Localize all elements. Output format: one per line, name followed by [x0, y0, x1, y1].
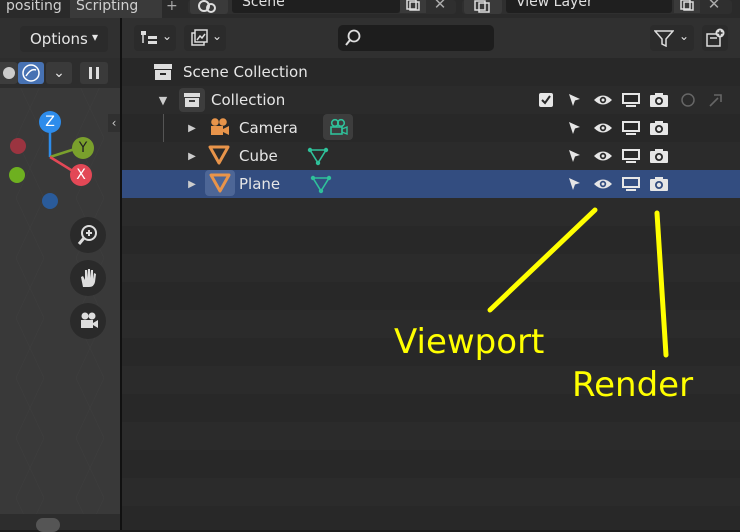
new-view-layer-icon[interactable]	[674, 0, 700, 13]
viewport-visibility-eye-icon[interactable]	[592, 118, 614, 138]
mesh-object-icon	[205, 170, 235, 196]
view-layer-name-field[interactable]: View Layer	[506, 0, 672, 13]
filter-dropdown[interactable]: ⌄	[650, 25, 694, 51]
gizmo-x-axis[interactable]: X	[70, 164, 92, 186]
add-workspace-tab[interactable]: +	[160, 0, 184, 18]
scene-name: Scene	[242, 0, 285, 10]
new-collection-icon	[706, 28, 725, 47]
selectable-cursor-icon[interactable]	[564, 146, 584, 166]
view-layer-icon[interactable]	[464, 0, 502, 14]
workspace-tab-compositing[interactable]: positing	[0, 0, 68, 18]
new-collection-button[interactable]	[702, 25, 728, 51]
wireframe-shading-icon[interactable]	[0, 62, 18, 84]
delete-view-layer-icon[interactable]: ✕	[702, 0, 726, 13]
viewport-monitor-icon[interactable]	[620, 118, 642, 138]
solid-shading-icon[interactable]	[18, 62, 44, 84]
collection-label: Collection	[211, 91, 286, 109]
search-icon	[345, 29, 361, 46]
camera-object-icon	[207, 116, 231, 138]
options-dropdown[interactable]: Options ▾	[20, 26, 108, 52]
viewport-monitor-icon[interactable]	[620, 90, 642, 110]
exclude-checkbox[interactable]	[538, 92, 554, 108]
expand-right-icon[interactable]: ▶	[185, 175, 199, 193]
search-field[interactable]	[338, 25, 494, 51]
viewport-monitor-icon[interactable]	[620, 146, 642, 166]
empty-row	[122, 422, 740, 450]
annotation-render: Render	[572, 365, 694, 405]
chevron-down-icon: ⌄	[212, 29, 223, 43]
render-camera-icon[interactable]	[648, 90, 670, 110]
delete-scene-icon[interactable]: ✕	[428, 0, 452, 13]
display-mode-dropdown[interactable]: ⌄	[134, 25, 176, 51]
mesh-data-icon[interactable]	[305, 144, 331, 168]
gizmo-y-axis[interactable]: Y	[72, 137, 94, 159]
viewport-monitor-icon[interactable]	[620, 174, 642, 194]
options-label: Options	[30, 30, 88, 48]
holdout-icon[interactable]	[678, 90, 698, 110]
workspace-tab-scripting[interactable]: Scripting	[70, 0, 162, 18]
viewport-visibility-eye-icon[interactable]	[592, 174, 614, 194]
expand-down-icon[interactable]: ▼	[156, 91, 170, 109]
shading-options-chevron-icon[interactable]: ⌄	[46, 62, 72, 84]
zoom-icon[interactable]	[70, 217, 106, 253]
object-label-camera: Camera	[239, 119, 298, 137]
scene-collection-label: Scene Collection	[183, 63, 308, 81]
mesh-data-icon[interactable]	[308, 172, 334, 196]
expand-right-icon[interactable]: ▶	[185, 147, 199, 165]
scene-name-field[interactable]: Scene	[232, 0, 400, 13]
filter-type-dropdown[interactable]: ⌄	[184, 25, 226, 51]
camera-view-icon[interactable]	[70, 303, 106, 339]
collection-icon	[179, 88, 205, 112]
gizmo-z-axis[interactable]: Z	[39, 111, 61, 133]
empty-row	[122, 478, 740, 506]
filter-funnel-icon	[654, 30, 674, 47]
scene-icon[interactable]	[190, 0, 228, 14]
new-scene-icon[interactable]	[400, 0, 426, 13]
camera-data-icon[interactable]	[323, 114, 353, 140]
chevron-down-icon: ▾	[92, 30, 99, 44]
chevron-down-icon: ⌄	[679, 29, 690, 43]
expand-right-icon[interactable]: ▶	[185, 119, 199, 137]
viewport-visibility-eye-icon[interactable]	[592, 90, 614, 110]
object-label-plane: Plane	[239, 175, 281, 193]
annotation-viewport: Viewport	[394, 322, 545, 362]
render-camera-icon[interactable]	[648, 174, 670, 194]
mesh-object-icon	[207, 144, 231, 166]
chevron-down-icon: ⌄	[162, 29, 173, 43]
scene-collection-icon	[152, 62, 174, 82]
collapse-sidebar-chevron-icon[interactable]: ‹	[108, 114, 120, 132]
viewport-footer	[0, 514, 120, 530]
pause-icon[interactable]	[80, 62, 108, 84]
indirect-only-icon[interactable]	[706, 90, 726, 110]
object-label-cube: Cube	[239, 147, 278, 165]
render-camera-icon[interactable]	[648, 118, 670, 138]
view-layer-name: View Layer	[516, 0, 593, 10]
selectable-cursor-icon[interactable]	[564, 90, 584, 110]
hand-pan-icon[interactable]	[70, 260, 106, 296]
selectable-cursor-icon[interactable]	[564, 174, 584, 194]
viewport-visibility-eye-icon[interactable]	[592, 146, 614, 166]
render-camera-icon[interactable]	[648, 146, 670, 166]
selectable-cursor-icon[interactable]	[564, 118, 584, 138]
